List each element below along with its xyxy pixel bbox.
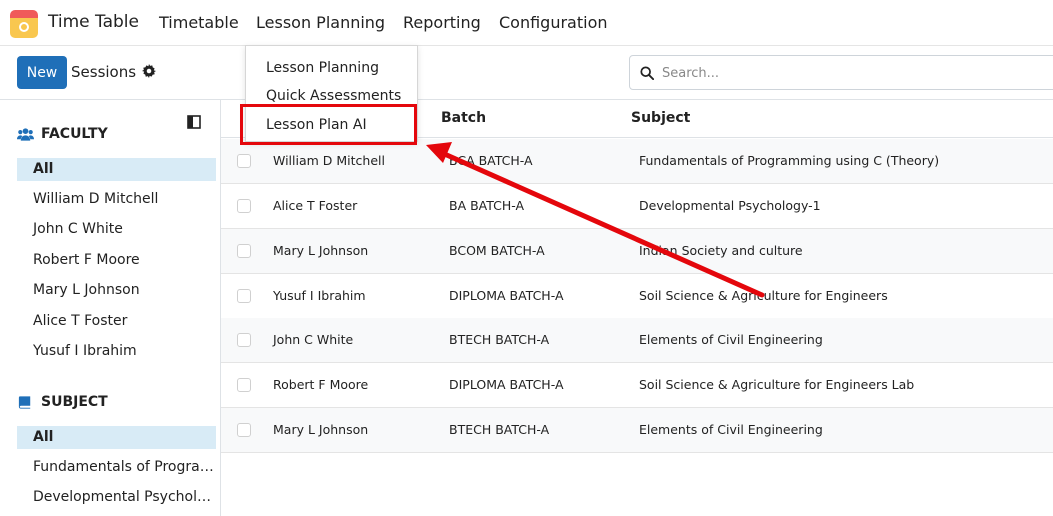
subject-section-header: SUBJECT — [17, 394, 108, 410]
row-checkbox[interactable] — [237, 333, 251, 347]
row-checkbox[interactable] — [237, 423, 251, 437]
search-box[interactable] — [629, 55, 1053, 90]
row-checkbox[interactable] — [237, 289, 251, 303]
app-title[interactable]: Time Table — [48, 12, 139, 32]
subject-section-title: SUBJECT — [41, 394, 108, 410]
cell-subject: Soil Science & Agriculture for Engineers — [639, 288, 888, 303]
nav-timetable[interactable]: Timetable — [159, 13, 239, 32]
faculty-section-header: FACULTY — [17, 126, 108, 142]
breadcrumb-title: Sessions — [71, 63, 137, 81]
nav-configuration[interactable]: Configuration — [499, 13, 608, 32]
gear-icon[interactable] — [142, 64, 156, 78]
cell-faculty: Yusuf I Ibrahim — [273, 288, 366, 303]
faculty-filter-item[interactable]: Alice T Foster — [17, 310, 216, 333]
nav-lesson-planning[interactable]: Lesson Planning — [256, 13, 385, 32]
row-checkbox[interactable] — [237, 199, 251, 213]
top-navbar: Time Table Timetable Lesson Planning Rep… — [0, 0, 1053, 46]
faculty-filter-item[interactable]: Yusuf I Ibrahim — [17, 340, 216, 363]
faculty-filter-item[interactable]: John C White — [17, 218, 216, 241]
cell-subject: Elements of Civil Engineering — [639, 422, 823, 437]
table-row[interactable]: Alice T Foster BA BATCH-A Developmental … — [221, 184, 1053, 229]
cell-subject: Soil Science & Agriculture for Engineers… — [639, 377, 915, 392]
cell-batch: BCA BATCH-A — [449, 153, 533, 168]
cell-subject: Fundamentals of Programming using C (The… — [639, 153, 940, 168]
table-row[interactable]: Robert F Moore DIPLOMA BATCH-A Soil Scie… — [221, 363, 1053, 408]
table-row[interactable]: Mary L Johnson BCOM BATCH-A Indian Socie… — [221, 229, 1053, 274]
column-header-batch[interactable]: Batch — [441, 110, 486, 126]
cell-subject: Indian Society and culture — [639, 243, 803, 258]
cell-batch: BA BATCH-A — [449, 198, 525, 213]
cell-batch: BTECH BATCH-A — [449, 422, 550, 437]
cell-subject: Developmental Psychology-1 — [639, 198, 821, 213]
subject-filter-all[interactable]: All — [17, 426, 216, 449]
annotation-highlight-box — [240, 104, 417, 145]
cell-faculty: John C White — [273, 332, 354, 347]
search-input[interactable] — [662, 62, 1042, 84]
filter-sidebar: FACULTY All William D Mitchell John C Wh… — [0, 100, 221, 516]
table-row[interactable]: John C White BTECH BATCH-A Elements of C… — [221, 318, 1053, 363]
cell-batch: DIPLOMA BATCH-A — [449, 377, 564, 392]
column-header-subject[interactable]: Subject — [631, 110, 690, 126]
menu-item-lesson-planning[interactable]: Lesson Planning — [266, 60, 379, 76]
table-row[interactable]: Mary L Johnson BTECH BATCH-A Elements of… — [221, 408, 1053, 453]
faculty-section-title: FACULTY — [41, 126, 108, 142]
subject-filter-item[interactable]: Developmental Psychology-1 — [17, 486, 216, 509]
nav-reporting[interactable]: Reporting — [403, 13, 481, 32]
sidebar-toggle-icon[interactable] — [187, 115, 201, 129]
row-checkbox[interactable] — [237, 244, 251, 258]
cell-faculty: Mary L Johnson — [273, 422, 369, 437]
book-icon — [18, 396, 31, 409]
cell-subject: Elements of Civil Engineering — [639, 332, 823, 347]
table-row[interactable]: William D Mitchell BCA BATCH-A Fundament… — [221, 139, 1053, 184]
cell-faculty: Robert F Moore — [273, 377, 369, 392]
users-icon — [17, 128, 34, 141]
new-button[interactable]: New — [17, 56, 67, 89]
cell-batch: BCOM BATCH-A — [449, 243, 545, 258]
search-icon — [640, 66, 654, 80]
faculty-filter-item[interactable]: Mary L Johnson — [17, 279, 216, 302]
cell-batch: DIPLOMA BATCH-A — [449, 288, 564, 303]
cell-faculty: Mary L Johnson — [273, 243, 369, 258]
subject-filter-item[interactable]: Fundamentals of Programming using C (The… — [17, 456, 216, 479]
faculty-filter-item[interactable]: Robert F Moore — [17, 249, 216, 272]
faculty-filter-all[interactable]: All — [17, 158, 216, 181]
row-checkbox[interactable] — [237, 378, 251, 392]
row-checkbox[interactable] — [237, 154, 251, 168]
menu-item-quick-assessments[interactable]: Quick Assessments — [266, 88, 401, 104]
cell-faculty: William D Mitchell — [273, 153, 385, 168]
cell-faculty: Alice T Foster — [273, 198, 358, 213]
cell-batch: BTECH BATCH-A — [449, 332, 550, 347]
table-row[interactable]: Yusuf I Ibrahim DIPLOMA BATCH-A Soil Sci… — [221, 274, 1053, 319]
faculty-filter-item[interactable]: William D Mitchell — [17, 188, 216, 211]
calendar-clock-icon[interactable] — [10, 10, 38, 38]
